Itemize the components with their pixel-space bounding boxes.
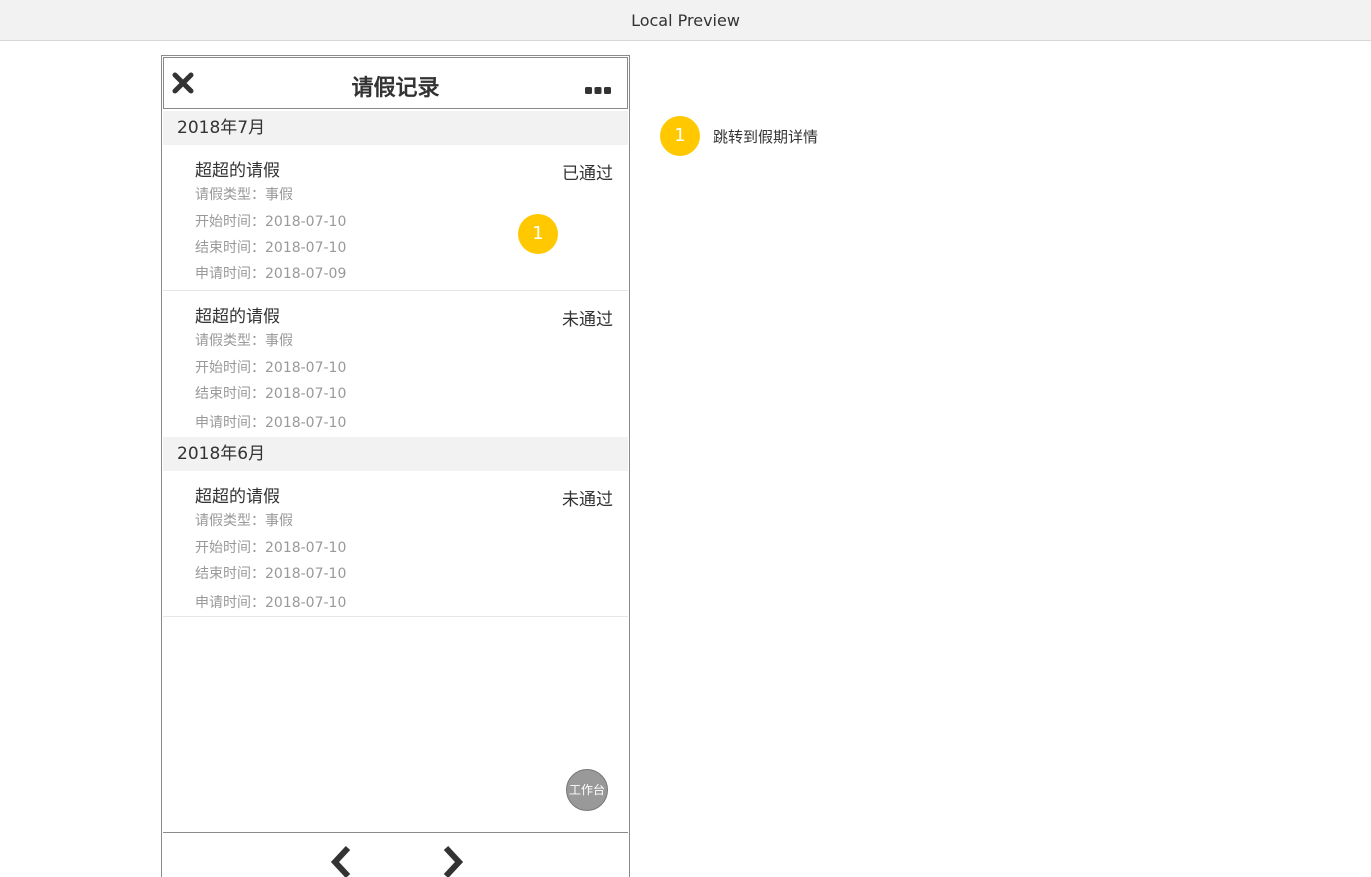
record-status: 未通过 [562,490,613,510]
hotspot-marker: 1 [518,214,558,254]
record-applied-time: 申请时间：2018-07-10 [195,415,347,431]
page-title: 请假记录 [351,76,440,101]
record-type: 请假类型：事假 [195,187,293,203]
record-status: 未通过 [562,310,613,330]
leave-record-item[interactable]: 超超的请假 未通过 请假类型：事假 开始时间：2018-07-10 结束时间：2… [163,471,628,617]
record-end-time: 结束时间：2018-07-10 [195,386,347,402]
phone-frame: 请假记录 2018年7月 超超的请假 已通过 请假类型：事假 开始时间：2018… [161,55,630,877]
workbench-button[interactable]: 工作台 [566,769,608,811]
record-start-time: 开始时间：2018-07-10 [195,360,347,376]
nav-header: 请假记录 [163,57,628,109]
record-status: 已通过 [562,164,613,184]
chevron-left-icon[interactable] [329,845,353,877]
leave-record-item[interactable]: 超超的请假 未通过 请假类型：事假 开始时间：2018-07-10 结束时间：2… [163,291,628,437]
record-applied-time: 申请时间：2018-07-09 [195,266,347,282]
chevron-right-icon[interactable] [441,845,465,877]
record-applied-time: 申请时间：2018-07-10 [195,595,347,611]
preview-title-bar: Local Preview [0,0,1371,41]
leave-record-list: 2018年7月 超超的请假 已通过 请假类型：事假 开始时间：2018-07-1… [163,111,628,617]
leave-record-item[interactable]: 超超的请假 已通过 请假类型：事假 开始时间：2018-07-10 结束时间：2… [163,145,628,291]
record-start-time: 开始时间：2018-07-10 [195,214,347,230]
record-start-time: 开始时间：2018-07-10 [195,540,347,556]
record-name: 超超的请假 [195,307,280,327]
preview-title: Local Preview [631,10,740,30]
record-name: 超超的请假 [195,487,280,507]
record-type: 请假类型：事假 [195,513,293,529]
record-type: 请假类型：事假 [195,333,293,349]
month-header: 2018年7月 [163,111,628,145]
record-name: 超超的请假 [195,161,280,181]
annotation-text: 跳转到假期详情 [713,127,819,146]
annotation-note: 1 跳转到假期详情 [660,116,818,156]
more-dots-icon[interactable] [585,80,611,94]
bottom-nav-bar [163,832,628,877]
record-end-time: 结束时间：2018-07-10 [195,566,347,582]
record-end-time: 结束时间：2018-07-10 [195,240,347,256]
annotation-marker: 1 [660,116,700,156]
month-header: 2018年6月 [163,437,628,471]
